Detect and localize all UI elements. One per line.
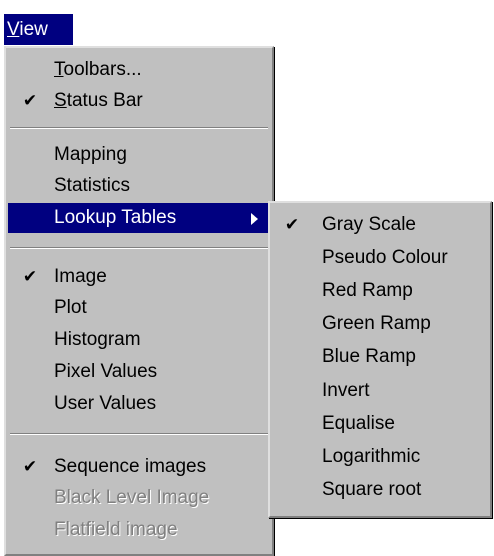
- view-label-rest: iew: [19, 19, 48, 40]
- submenu-item-pseudo-colour[interactable]: Pseudo Colour: [272, 242, 488, 273]
- menu-item-label: Image: [54, 266, 107, 287]
- menu-item-black-level-image: Black Level Image: [8, 482, 270, 513]
- menu-item-sequence-images[interactable]: ✔ Sequence images: [8, 451, 270, 482]
- status-bar-mnemonic: S: [54, 90, 67, 111]
- menu-item-status-bar[interactable]: ✔ Status Bar: [8, 85, 270, 116]
- submenu-item-label: Square root: [322, 479, 422, 500]
- menu-item-label: Lookup Tables: [54, 207, 177, 228]
- submenu-item-red-ramp[interactable]: Red Ramp: [272, 275, 488, 306]
- toolbars-label-rest: oolbars...: [63, 59, 142, 80]
- submenu-item-logarithmic[interactable]: Logarithmic: [272, 441, 488, 472]
- submenu-item-equalise[interactable]: Equalise: [272, 408, 488, 439]
- menu-item-label: Plot: [54, 297, 87, 318]
- menu-item-label: Statistics: [54, 175, 131, 196]
- menu-item-histogram[interactable]: Histogram: [8, 324, 270, 355]
- menubar-view[interactable]: View: [4, 14, 73, 45]
- menu-item-flatfield-image: Flatfield image: [8, 514, 270, 545]
- menu-item-plot[interactable]: Plot: [8, 292, 270, 323]
- toolbars-mnemonic: T: [54, 59, 64, 80]
- menu-item-toolbars[interactable]: Toolbars...: [8, 54, 270, 85]
- menu-item-label: Mapping: [54, 144, 127, 165]
- submenu-item-invert[interactable]: Invert: [272, 375, 488, 406]
- submenu-item-label: Gray Scale: [322, 214, 416, 235]
- menu-item-mapping[interactable]: Mapping: [8, 139, 270, 170]
- menu-separator: [10, 433, 268, 435]
- lookup-tables-submenu: ✔ Gray Scale Pseudo Colour Red Ramp Gree…: [268, 201, 492, 518]
- submenu-item-square-root[interactable]: Square root: [272, 474, 488, 505]
- checkmark-icon: ✔: [284, 215, 300, 234]
- submenu-item-label: Blue Ramp: [322, 346, 416, 367]
- submenu-item-label: Logarithmic: [322, 446, 421, 467]
- menu-item-label: Black Level Image: [54, 487, 210, 508]
- submenu-item-label: Invert: [322, 380, 370, 401]
- submenu-item-blue-ramp[interactable]: Blue Ramp: [272, 341, 488, 372]
- menu-item-label: Sequence images: [54, 456, 207, 477]
- menu-item-label: Histogram: [54, 329, 141, 350]
- submenu-item-label: Green Ramp: [322, 313, 431, 334]
- menu-item-lookup-tables[interactable]: Lookup Tables: [8, 203, 270, 233]
- submenu-item-label: Equalise: [322, 413, 395, 434]
- menu-item-label: Flatfield image: [54, 519, 178, 540]
- menu-item-label: User Values: [54, 393, 157, 414]
- menu-separator: [10, 247, 268, 249]
- menu-item-statistics[interactable]: Statistics: [8, 170, 270, 201]
- checkmark-icon: ✔: [22, 267, 38, 286]
- submenu-item-green-ramp[interactable]: Green Ramp: [272, 308, 488, 339]
- status-bar-label-rest: tatus Bar: [66, 90, 143, 111]
- menu-item-user-values[interactable]: User Values: [8, 388, 270, 419]
- menu-separator: [10, 127, 268, 129]
- submenu-item-label: Pseudo Colour: [322, 247, 448, 268]
- checkmark-icon: ✔: [22, 91, 38, 110]
- view-menu: Toolbars... ✔ Status Bar Mapping Statist…: [4, 46, 274, 556]
- view-mnemonic: V: [7, 19, 20, 40]
- menu-item-image[interactable]: ✔ Image: [8, 261, 270, 292]
- submenu-item-label: Red Ramp: [322, 280, 413, 301]
- menu-item-label: Pixel Values: [54, 361, 158, 382]
- submenu-item-gray-scale[interactable]: ✔ Gray Scale: [272, 209, 488, 240]
- checkmark-icon: ✔: [22, 457, 38, 476]
- submenu-arrow-icon: [251, 213, 258, 225]
- menu-item-pixel-values[interactable]: Pixel Values: [8, 356, 270, 387]
